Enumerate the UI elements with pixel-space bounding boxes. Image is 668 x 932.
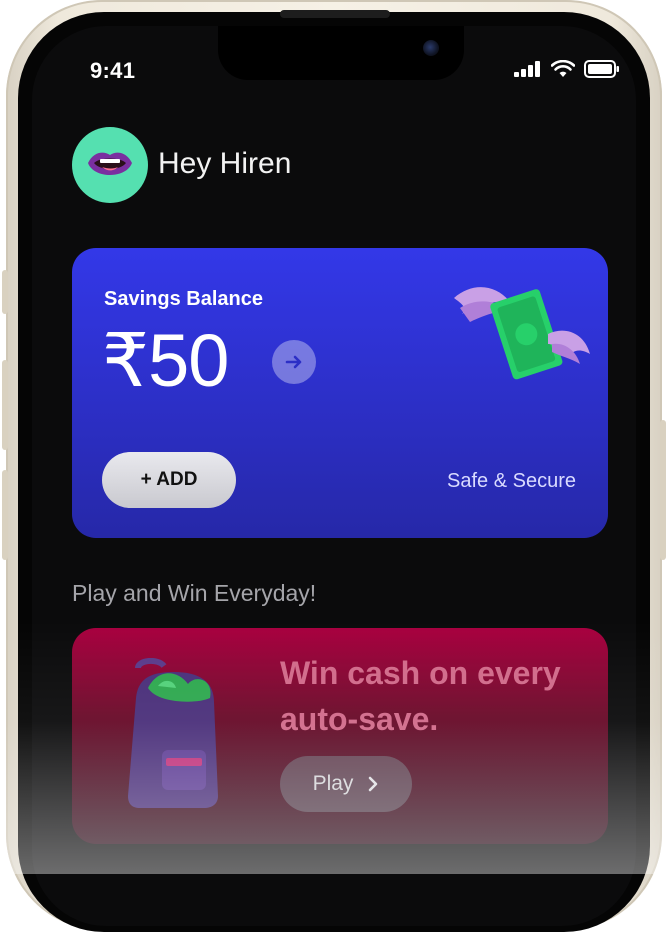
avatar[interactable] (72, 127, 148, 203)
notch (218, 26, 464, 80)
promo-headline: Win cash on every auto-save. (280, 655, 561, 737)
side-button (2, 270, 8, 314)
savings-amount: ₹50 (102, 319, 229, 402)
app-screen: 9:41 Hey Hiren Savings Balance ₹50 + ADD… (32, 26, 636, 926)
backpack-icon (128, 658, 218, 808)
camera-icon (423, 40, 439, 56)
battery-icon (584, 60, 619, 78)
play-button[interactable]: Play (280, 756, 412, 812)
side-button (660, 420, 666, 560)
play-label: Play (312, 772, 354, 795)
status-time: 9:41 (90, 58, 136, 83)
speaker-grille (280, 10, 390, 18)
status-icons (514, 60, 620, 78)
add-money-button[interactable]: + ADD (102, 452, 236, 508)
signal-icon (514, 61, 540, 77)
user-greeting: Hey Hiren (158, 147, 292, 180)
side-button (2, 360, 8, 450)
side-button (2, 470, 8, 560)
chevron-right-icon (369, 776, 378, 792)
savings-balance-card[interactable]: Savings Balance ₹50 + ADD Safe & Secure (72, 248, 608, 538)
view-savings-button[interactable] (272, 340, 316, 384)
security-note: Safe & Secure (447, 470, 576, 492)
lips-avatar-icon (88, 152, 132, 175)
arrow-right-icon (285, 355, 302, 369)
wifi-icon (551, 60, 575, 77)
section-title: Play and Win Everyday! (72, 580, 317, 606)
flying-money-icon (454, 287, 590, 380)
promo-card[interactable]: Win cash on every auto-save. Play (72, 628, 608, 844)
savings-label: Savings Balance (104, 288, 263, 310)
